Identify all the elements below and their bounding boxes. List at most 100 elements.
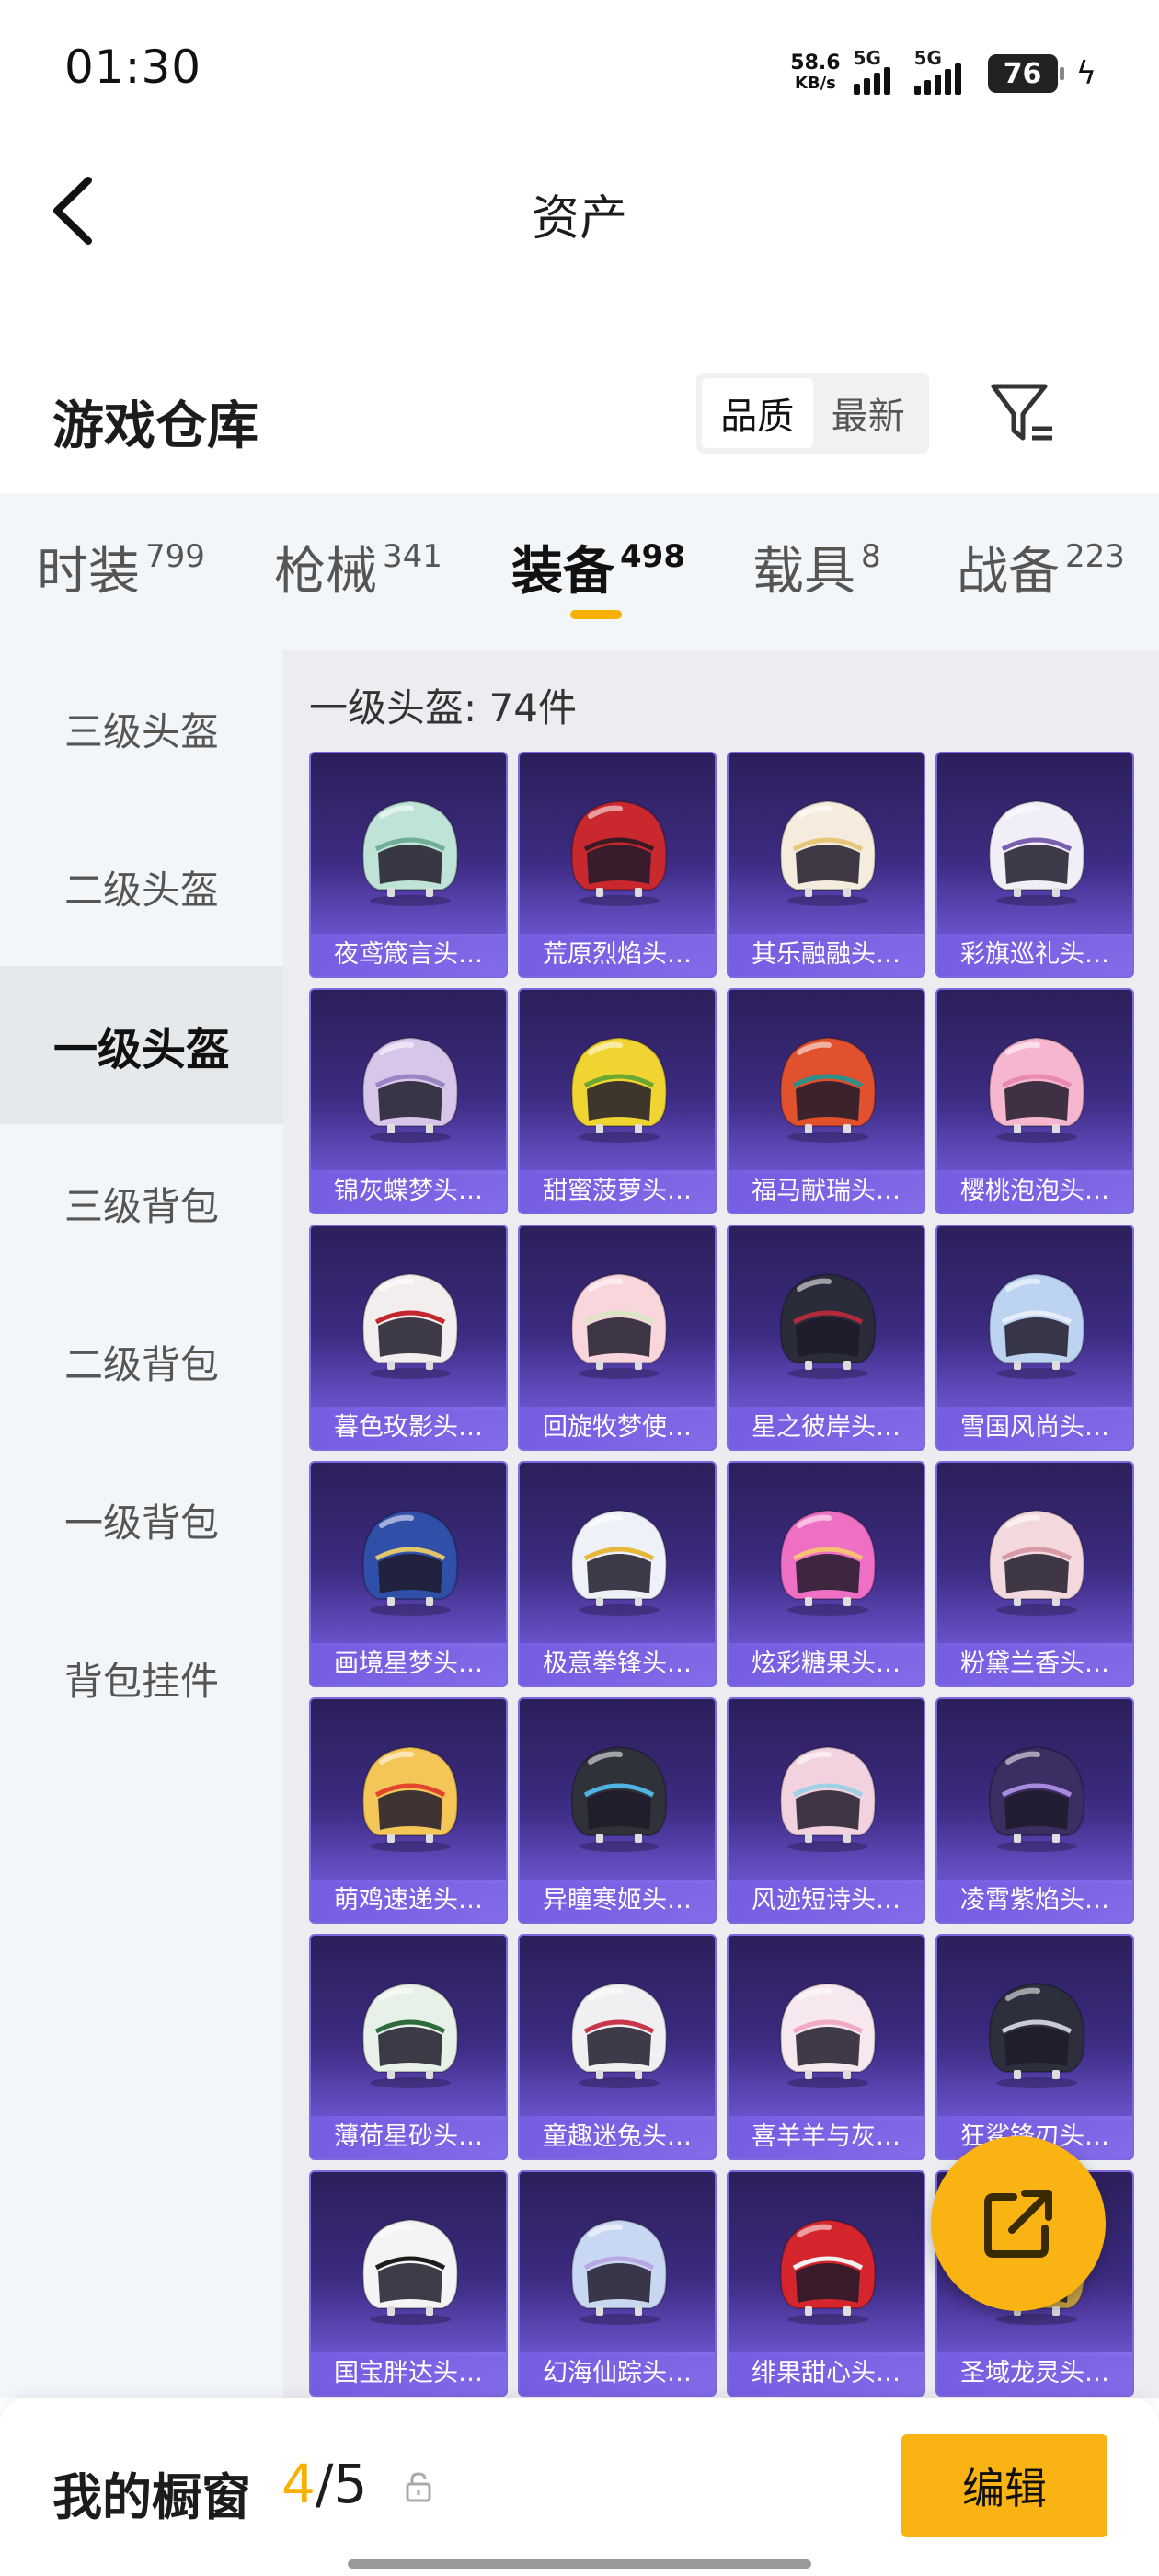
- helmet-card-name: 凌霄紫焰头…: [937, 1880, 1132, 1922]
- helmet-card[interactable]: 国宝胖达头…: [309, 2170, 508, 2397]
- helmet-card[interactable]: 异瞳寒姬头…: [518, 1697, 717, 1924]
- helmet-card-name: 樱桃泡泡头…: [937, 1170, 1132, 1213]
- helmet-icon: [988, 799, 1085, 906]
- helmet-card[interactable]: 雪国风尚头…: [935, 1225, 1134, 1451]
- helmet-card[interactable]: 荒原烈焰头…: [518, 752, 717, 978]
- sidebar-item-level1-backpack[interactable]: 一级背包: [0, 1441, 283, 1599]
- helmet-icon: [570, 1982, 668, 2088]
- helmet-card[interactable]: 萌鸡速递头…: [309, 1697, 508, 1924]
- tab-firearms[interactable]: 枪械 341: [274, 530, 442, 604]
- helmet-card[interactable]: 其乐融融头…: [727, 752, 925, 978]
- helmet-card-name: 粉黛兰香头…: [937, 1643, 1132, 1685]
- helmet-icon: [570, 1509, 668, 1616]
- sidebar-item-level1-helmet[interactable]: 一级头盔: [0, 966, 283, 1124]
- helmet-card-name: 国宝胖达头…: [311, 2352, 506, 2395]
- signal-icon: 5G: [913, 47, 975, 95]
- helmet-card-name: 异瞳寒姬头…: [520, 1880, 715, 1922]
- filter-icon: [991, 384, 1052, 441]
- helmet-card-name: 星之彼岸头…: [729, 1407, 924, 1449]
- helmet-card-name: 夜鸢箴言头…: [311, 934, 506, 976]
- edit-button[interactable]: 编辑: [901, 2434, 1107, 2537]
- helmet-card-name: 画境星梦头…: [311, 1643, 506, 1685]
- sort-newest-button[interactable]: 最新: [813, 378, 924, 448]
- helmet-card[interactable]: 粉黛兰香头…: [935, 1461, 1134, 1687]
- sidebar-item-backpack-charms[interactable]: 背包挂件: [0, 1599, 283, 1757]
- helmet-icon: [570, 1272, 668, 1379]
- helmet-card-name: 极意拳锋头…: [520, 1643, 715, 1685]
- helmet-card[interactable]: 狂鲨锋刃头…: [935, 1934, 1134, 2160]
- helmet-card[interactable]: 福马献瑞头…: [727, 988, 925, 1214]
- tab-equipment[interactable]: 装备 498: [511, 530, 685, 604]
- helmet-card[interactable]: 薄荷星砂头…: [309, 1934, 508, 2160]
- network-speed-unit: KB/s: [794, 74, 836, 93]
- helmet-card-name: 绯果甜心头…: [729, 2352, 924, 2395]
- helmet-card-name: 圣域龙灵头…: [937, 2352, 1132, 2395]
- helmet-card[interactable]: 星之彼岸头…: [727, 1225, 925, 1451]
- helmet-icon: [779, 1982, 877, 2088]
- filter-button[interactable]: [986, 377, 1060, 451]
- helmet-card[interactable]: 回旋牧梦使…: [518, 1225, 717, 1451]
- helmet-icon: [988, 1036, 1085, 1143]
- helmet-card-name: 幻海仙踪头…: [520, 2352, 715, 2395]
- warehouse-title: 游戏仓库: [52, 397, 258, 456]
- helmet-card[interactable]: 夜鸢箴言头…: [309, 752, 508, 978]
- helmet-card[interactable]: 喜羊羊与灰…: [727, 1934, 925, 2160]
- sort-quality-button[interactable]: 品质: [702, 378, 813, 448]
- tab-vehicles[interactable]: 载具 8: [752, 530, 881, 604]
- helmet-icon: [779, 799, 877, 906]
- sidebar-item-level3-backpack[interactable]: 三级背包: [0, 1124, 283, 1282]
- home-indicator: [348, 2559, 811, 2569]
- helmet-card-name: 彩旗巡礼头…: [937, 934, 1132, 976]
- helmet-card[interactable]: 炫彩糖果头…: [727, 1461, 925, 1687]
- share-icon: [984, 2190, 1052, 2258]
- network-speed: 58.6 KB/s: [790, 53, 840, 94]
- helmet-card[interactable]: 极意拳锋头…: [518, 1461, 717, 1687]
- signal-icon: 5G: [853, 47, 901, 95]
- tab-fashion[interactable]: 时装 799: [37, 530, 205, 604]
- helmet-card-name: 锦灰蝶梦头…: [311, 1170, 506, 1213]
- helmet-icon: [361, 1036, 459, 1143]
- helmet-card-name: 回旋牧梦使…: [520, 1407, 715, 1449]
- lock-icon: [406, 2472, 431, 2502]
- helmet-icon: [570, 2218, 668, 2325]
- battery-icon: 76: [987, 54, 1064, 93]
- helmet-card-name: 童趣迷兔头…: [520, 2116, 715, 2158]
- helmet-card-name: 荒原烈焰头…: [520, 934, 715, 976]
- share-button[interactable]: [931, 2136, 1106, 2311]
- helmet-card-name: 福马献瑞头…: [729, 1170, 924, 1213]
- helmet-card[interactable]: 风迹短诗头…: [727, 1697, 925, 1924]
- helmet-card[interactable]: 凌霄紫焰头…: [935, 1697, 1134, 1924]
- helmet-icon: [779, 2218, 877, 2325]
- helmet-icon: [779, 1036, 877, 1143]
- tab-supplies[interactable]: 战备 223: [957, 530, 1125, 604]
- helmet-icon: [779, 1745, 877, 1852]
- sidebar-item-level2-helmet[interactable]: 二级头盔: [0, 808, 283, 966]
- helmet-card-name: 风迹短诗头…: [729, 1880, 924, 1922]
- showcase-label: 我的橱窗: [52, 2468, 251, 2526]
- helmet-icon: [361, 1272, 459, 1379]
- helmet-card[interactable]: 童趣迷兔头…: [518, 1934, 717, 2160]
- item-count-label: 一级头盔: 74件: [309, 685, 577, 730]
- helmet-card[interactable]: 绯果甜心头…: [727, 2170, 925, 2397]
- helmet-card-name: 甜蜜菠萝头…: [520, 1170, 715, 1213]
- helmet-card[interactable]: 暮色玫影头…: [309, 1225, 508, 1451]
- helmet-icon: [361, 799, 459, 906]
- helmet-card[interactable]: 画境星梦头…: [309, 1461, 508, 1687]
- helmet-icon: [988, 1745, 1085, 1852]
- status-icons: 58.6 KB/s 5G 5G 76 ϟ: [790, 47, 1096, 99]
- helmet-card[interactable]: 锦灰蝶梦头…: [309, 988, 508, 1214]
- helmet-card[interactable]: 幻海仙踪头…: [518, 2170, 717, 2397]
- showcase-count: 4/5: [281, 2453, 368, 2515]
- helmet-card[interactable]: 甜蜜菠萝头…: [518, 988, 717, 1214]
- helmet-icon: [570, 1745, 668, 1852]
- sidebar-item-level2-backpack[interactable]: 二级背包: [0, 1282, 283, 1441]
- helmet-icon: [361, 1982, 459, 2088]
- sidebar-item-level3-helmet[interactable]: 三级头盔: [0, 650, 283, 808]
- helmet-card-name: 暮色玫影头…: [311, 1407, 506, 1449]
- helmet-card[interactable]: 樱桃泡泡头…: [935, 988, 1134, 1214]
- status-time: 01:30: [64, 40, 202, 94]
- helmet-card-name: 喜羊羊与灰…: [729, 2116, 924, 2158]
- helmet-card-name: 薄荷星砂头…: [311, 2116, 506, 2158]
- helmet-icon: [779, 1272, 877, 1379]
- helmet-card[interactable]: 彩旗巡礼头…: [935, 752, 1134, 978]
